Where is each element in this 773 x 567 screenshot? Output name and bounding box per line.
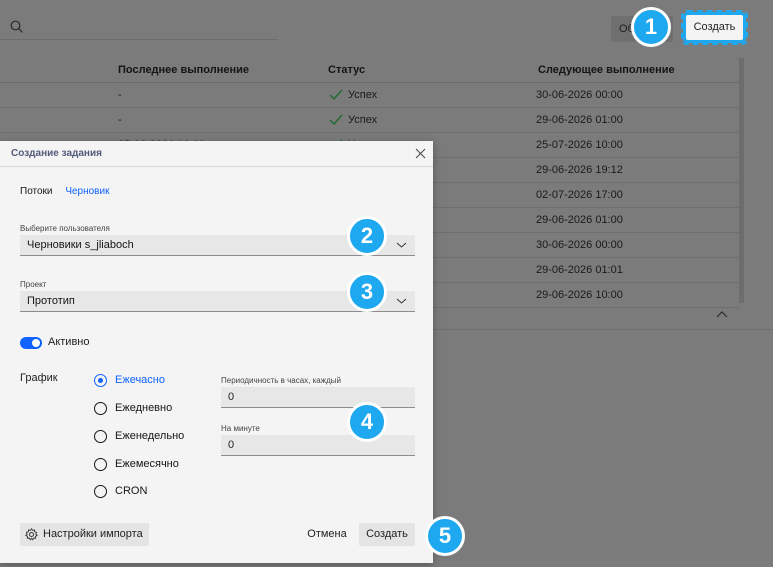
radio-button[interactable] bbox=[94, 430, 107, 443]
chevron-up-icon[interactable] bbox=[715, 309, 729, 319]
row-next-run: 29-06-2026 01:00 bbox=[536, 214, 623, 226]
radio-button[interactable] bbox=[94, 485, 107, 498]
period-field-label: Периодичность в часах, каждый bbox=[221, 376, 341, 385]
row-last-run: - bbox=[118, 114, 122, 126]
row-next-run: 02-07-2026 17:00 bbox=[536, 189, 623, 201]
radio-label: CRON bbox=[115, 485, 148, 497]
schedule-label: График bbox=[20, 372, 58, 384]
tab-flows[interactable]: Потоки bbox=[20, 186, 53, 197]
step-marker-3: 3 bbox=[347, 272, 387, 312]
table-row[interactable]: - Успех 30-06-2026 00:00 bbox=[0, 83, 740, 108]
row-next-run: 29-06-2026 19:12 bbox=[536, 164, 623, 176]
table-scrollbar[interactable] bbox=[739, 58, 744, 303]
step-marker-2: 2 bbox=[347, 216, 387, 256]
create-job-button[interactable]: Создать bbox=[681, 10, 748, 45]
row-next-run: 29-06-2026 10:00 bbox=[536, 289, 623, 301]
create-job-dialog: Создание задания Потоки Черновик Выберит… bbox=[0, 141, 433, 563]
search-icon bbox=[10, 20, 23, 33]
row-last-run: - bbox=[118, 89, 122, 101]
chevron-down-icon bbox=[396, 298, 407, 304]
gear-icon bbox=[25, 528, 38, 541]
import-settings-label: Настройки импорта bbox=[43, 528, 143, 540]
search-bar[interactable] bbox=[0, 14, 278, 40]
row-next-run: 30-06-2026 00:00 bbox=[536, 89, 623, 101]
checkmark-icon bbox=[329, 114, 343, 126]
radio-label: Ежедневно bbox=[115, 402, 173, 414]
project-select-value: Прототип bbox=[27, 295, 75, 307]
chevron-down-icon bbox=[396, 242, 407, 248]
checkmark-icon bbox=[329, 89, 343, 101]
table-row[interactable]: - Успех 29-06-2026 01:00 bbox=[0, 108, 740, 133]
row-next-run: 29-06-2026 01:01 bbox=[536, 264, 623, 276]
minute-input[interactable]: 0 bbox=[221, 435, 415, 456]
radio-button[interactable] bbox=[94, 458, 107, 471]
tab-draft[interactable]: Черновик bbox=[65, 186, 109, 197]
import-settings-button[interactable]: Настройки импорта bbox=[20, 523, 149, 546]
dialog-title: Создание задания bbox=[11, 148, 102, 159]
header-last-run: Последнее выполнение bbox=[118, 64, 249, 76]
period-input[interactable]: 0 bbox=[221, 387, 415, 408]
radio-label: Ежечасно bbox=[115, 374, 165, 386]
active-toggle-label: Активно bbox=[48, 336, 90, 348]
step-marker-4: 4 bbox=[347, 402, 387, 442]
project-field-label: Проект bbox=[20, 280, 47, 289]
active-toggle[interactable] bbox=[20, 337, 42, 349]
user-select-value: Черновики s_jliaboch bbox=[27, 239, 134, 251]
radio-button[interactable] bbox=[94, 402, 107, 415]
step-marker-1: 1 bbox=[631, 7, 671, 47]
create-button[interactable]: Создать bbox=[359, 523, 415, 546]
radio-button[interactable] bbox=[94, 374, 107, 387]
header-status: Статус bbox=[328, 64, 366, 76]
minute-field-label: На минуте bbox=[221, 424, 260, 433]
dialog-tabs: Потоки Черновик bbox=[20, 186, 119, 197]
cancel-button[interactable]: Отмена bbox=[303, 523, 351, 546]
close-icon[interactable] bbox=[415, 148, 426, 159]
radio-label: Ежемесячно bbox=[115, 458, 179, 470]
radio-label: Еженедельно bbox=[115, 430, 185, 442]
dialog-header: Создание задания bbox=[0, 141, 433, 167]
row-status: Успех bbox=[348, 114, 378, 126]
row-next-run: 25-07-2026 10:00 bbox=[536, 139, 623, 151]
row-next-run: 30-06-2026 00:00 bbox=[536, 239, 623, 251]
header-next-run: Следующее выполнение bbox=[538, 64, 675, 76]
user-field-label: Выберите пользователя bbox=[20, 224, 110, 233]
jobs-table-header: Последнее выполнение Статус Следующее вы… bbox=[0, 57, 740, 83]
step-marker-5: 5 bbox=[425, 516, 465, 556]
row-next-run: 29-06-2026 01:00 bbox=[536, 114, 623, 126]
row-status: Успех bbox=[348, 89, 378, 101]
